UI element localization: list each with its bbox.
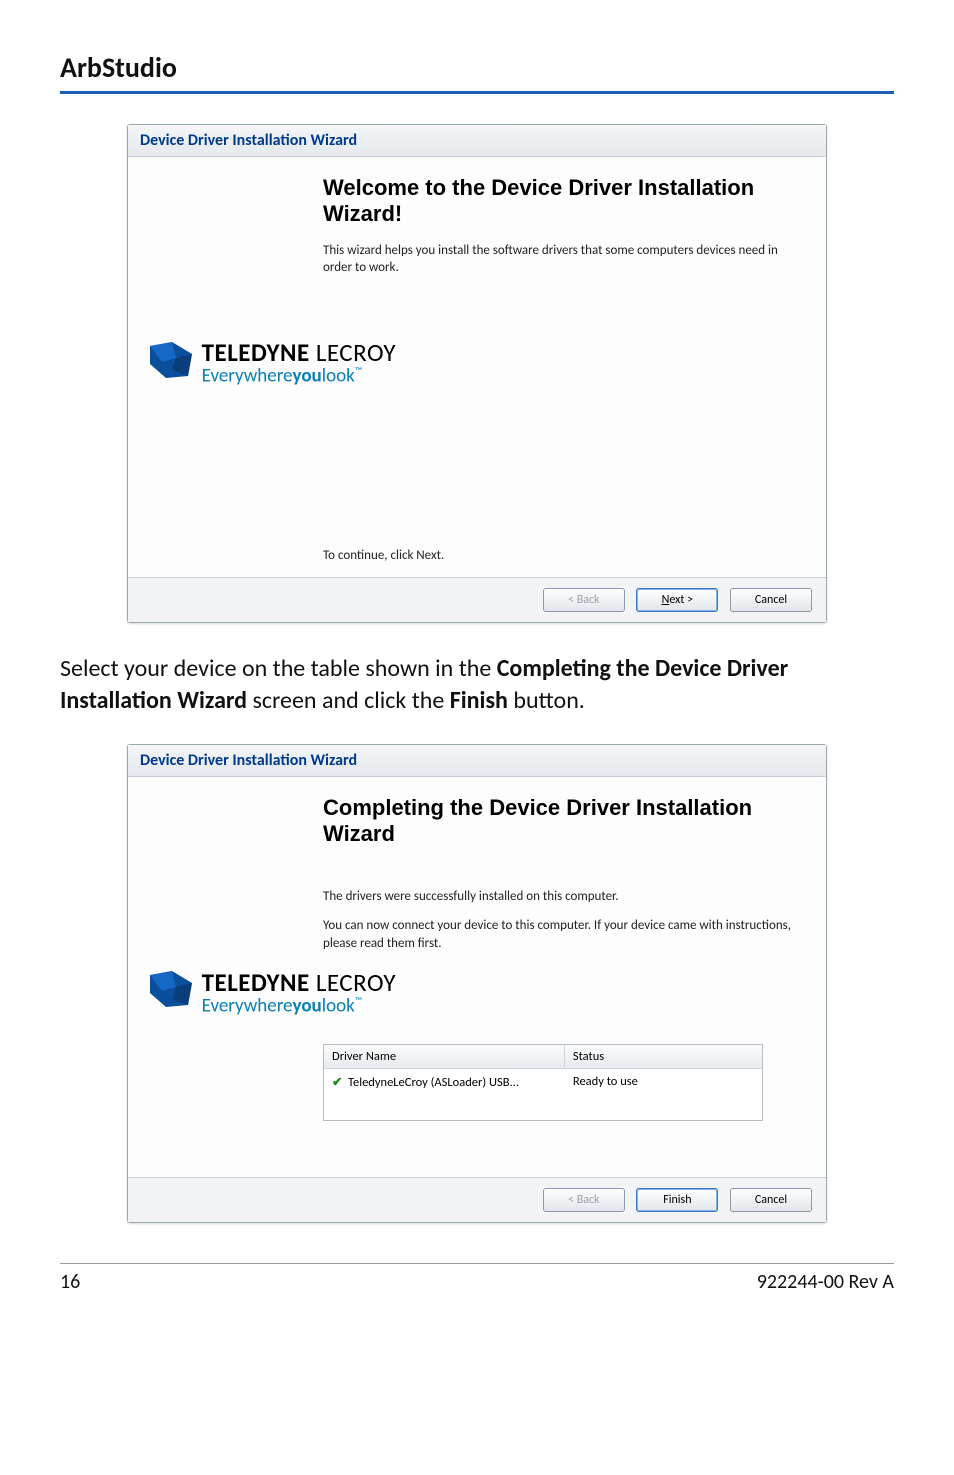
back-button: < Back [543, 1188, 625, 1212]
finish-button[interactable]: Finish [636, 1188, 718, 1212]
wizard-complete: Device Driver Installation Wizard TELEDY… [127, 744, 827, 1223]
cancel-button[interactable]: Cancel [730, 1188, 812, 1212]
title-rule [60, 91, 894, 94]
wizard-complete-body2: You can now connect your device to this … [323, 917, 802, 952]
check-icon: ✔ [332, 1074, 346, 1090]
wizard-complete-body1: The drivers were successfully installed … [323, 888, 802, 906]
next-button[interactable]: Next > [636, 588, 718, 612]
driver-table-header-status[interactable]: Status [565, 1045, 762, 1068]
driver-table-header-name[interactable]: Driver Name [324, 1045, 565, 1068]
instruction-text: Select your device on the table shown in… [60, 653, 894, 718]
teledyne-logo-icon [148, 969, 194, 1014]
page-number: 16 [60, 1270, 80, 1294]
page-title: ArbStudio [60, 50, 894, 85]
table-row[interactable]: ✔TeledyneLeCroy (ASLoader) USB... Ready … [324, 1069, 762, 1120]
page-footer: 16 922244-00 Rev A [60, 1263, 894, 1294]
back-button: < Back [543, 588, 625, 612]
wizard-welcome-left-panel: TELEDYNE LECROY Everywhereyoulook™ [128, 157, 313, 577]
teledyne-logo-icon [148, 340, 194, 385]
doc-revision: 922244-00 Rev A [757, 1270, 894, 1294]
wizard-welcome-titlebar: Device Driver Installation Wizard [128, 125, 826, 157]
wizard-welcome-heading: Welcome to the Device Driver Installatio… [323, 175, 802, 228]
wizard-welcome-footer: < Back Next > Cancel [128, 577, 826, 622]
driver-status-cell: Ready to use [565, 1072, 762, 1092]
wizard-welcome-continue: To continue, click Next. [323, 548, 444, 563]
driver-table: Driver Name Status ✔TeledyneLeCroy (ASLo… [323, 1044, 763, 1121]
wizard-welcome-body: This wizard helps you install the softwa… [323, 242, 802, 277]
wizard-complete-left-panel: TELEDYNE LECROY Everywhereyoulook™ [128, 777, 313, 1177]
wizard-complete-titlebar: Device Driver Installation Wizard [128, 745, 826, 777]
wizard-complete-footer: < Back Finish Cancel [128, 1177, 826, 1222]
cancel-button[interactable]: Cancel [730, 588, 812, 612]
driver-name-cell: TeledyneLeCroy (ASLoader) USB... [348, 1075, 519, 1090]
wizard-complete-heading: Completing the Device Driver Installatio… [323, 795, 802, 848]
wizard-welcome: Device Driver Installation Wizard TELEDY… [127, 124, 827, 623]
